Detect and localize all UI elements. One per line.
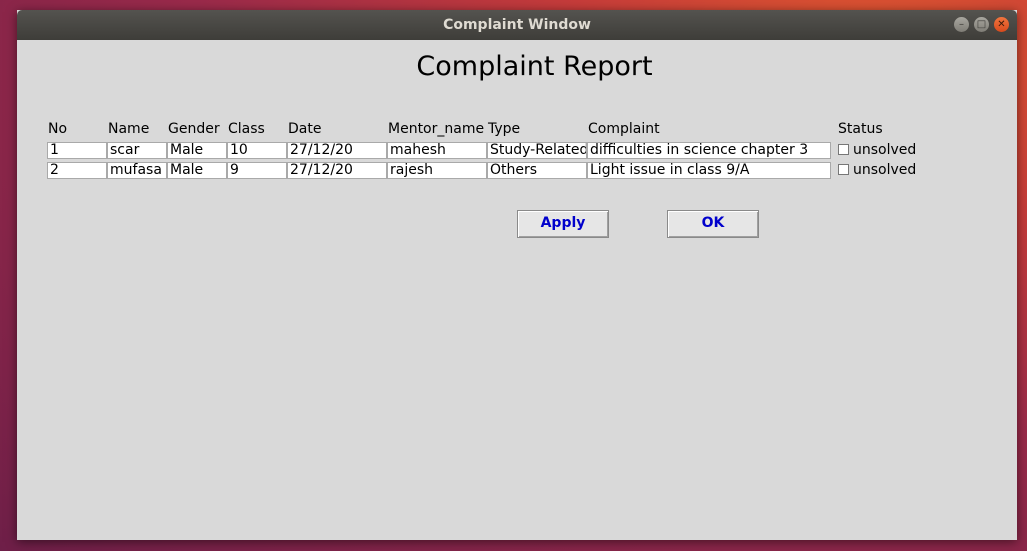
cell-gender[interactable]: Male [167, 142, 227, 159]
window-title: Complaint Window [443, 17, 591, 33]
page-title: Complaint Report [416, 51, 653, 82]
window-content: Complaint Report No Name Gender Class Da… [17, 40, 1017, 540]
cell-class[interactable]: 9 [227, 162, 287, 179]
close-icon[interactable]: ✕ [994, 17, 1009, 32]
cell-gender[interactable]: Male [167, 162, 227, 179]
cell-date[interactable]: 27/12/20 [287, 142, 387, 159]
cell-name[interactable]: scar [107, 142, 167, 159]
cell-name[interactable]: mufasa [107, 162, 167, 179]
header-type: Type [488, 121, 521, 137]
cell-type[interactable]: Others [487, 162, 587, 179]
header-name: Name [108, 121, 150, 137]
checkbox-icon[interactable] [838, 144, 849, 155]
apply-button[interactable]: Apply [517, 210, 609, 238]
complaint-window: Complaint Window – □ ✕ Complaint Report … [17, 10, 1017, 540]
cell-mentor-name[interactable]: mahesh [387, 142, 487, 159]
cell-class[interactable]: 10 [227, 142, 287, 159]
ok-button[interactable]: OK [667, 210, 759, 238]
header-date: Date [288, 121, 322, 137]
minimize-icon[interactable]: – [954, 17, 969, 32]
status-label: unsolved [853, 142, 917, 158]
status-label: unsolved [853, 162, 917, 178]
cell-complaint[interactable]: Light issue in class 9/A [587, 162, 831, 179]
header-mentor-name: Mentor_name [388, 121, 485, 137]
header-complaint: Complaint [588, 121, 660, 137]
status-checkbox[interactable]: unsolved [838, 142, 916, 158]
maximize-icon[interactable]: □ [974, 17, 989, 32]
header-status: Status [838, 121, 883, 137]
checkbox-icon[interactable] [838, 164, 849, 175]
header-gender: Gender [168, 121, 220, 137]
cell-complaint[interactable]: difficulties in science chapter 3 [587, 142, 831, 159]
cell-no[interactable]: 1 [47, 142, 107, 159]
header-no: No [48, 121, 68, 137]
title-bar[interactable]: Complaint Window – □ ✕ [17, 10, 1017, 40]
cell-type[interactable]: Study-Related [487, 142, 587, 159]
cell-no[interactable]: 2 [47, 162, 107, 179]
cell-mentor-name[interactable]: rajesh [387, 162, 487, 179]
status-checkbox[interactable]: unsolved [838, 162, 916, 178]
cell-date[interactable]: 27/12/20 [287, 162, 387, 179]
header-class: Class [228, 121, 265, 137]
